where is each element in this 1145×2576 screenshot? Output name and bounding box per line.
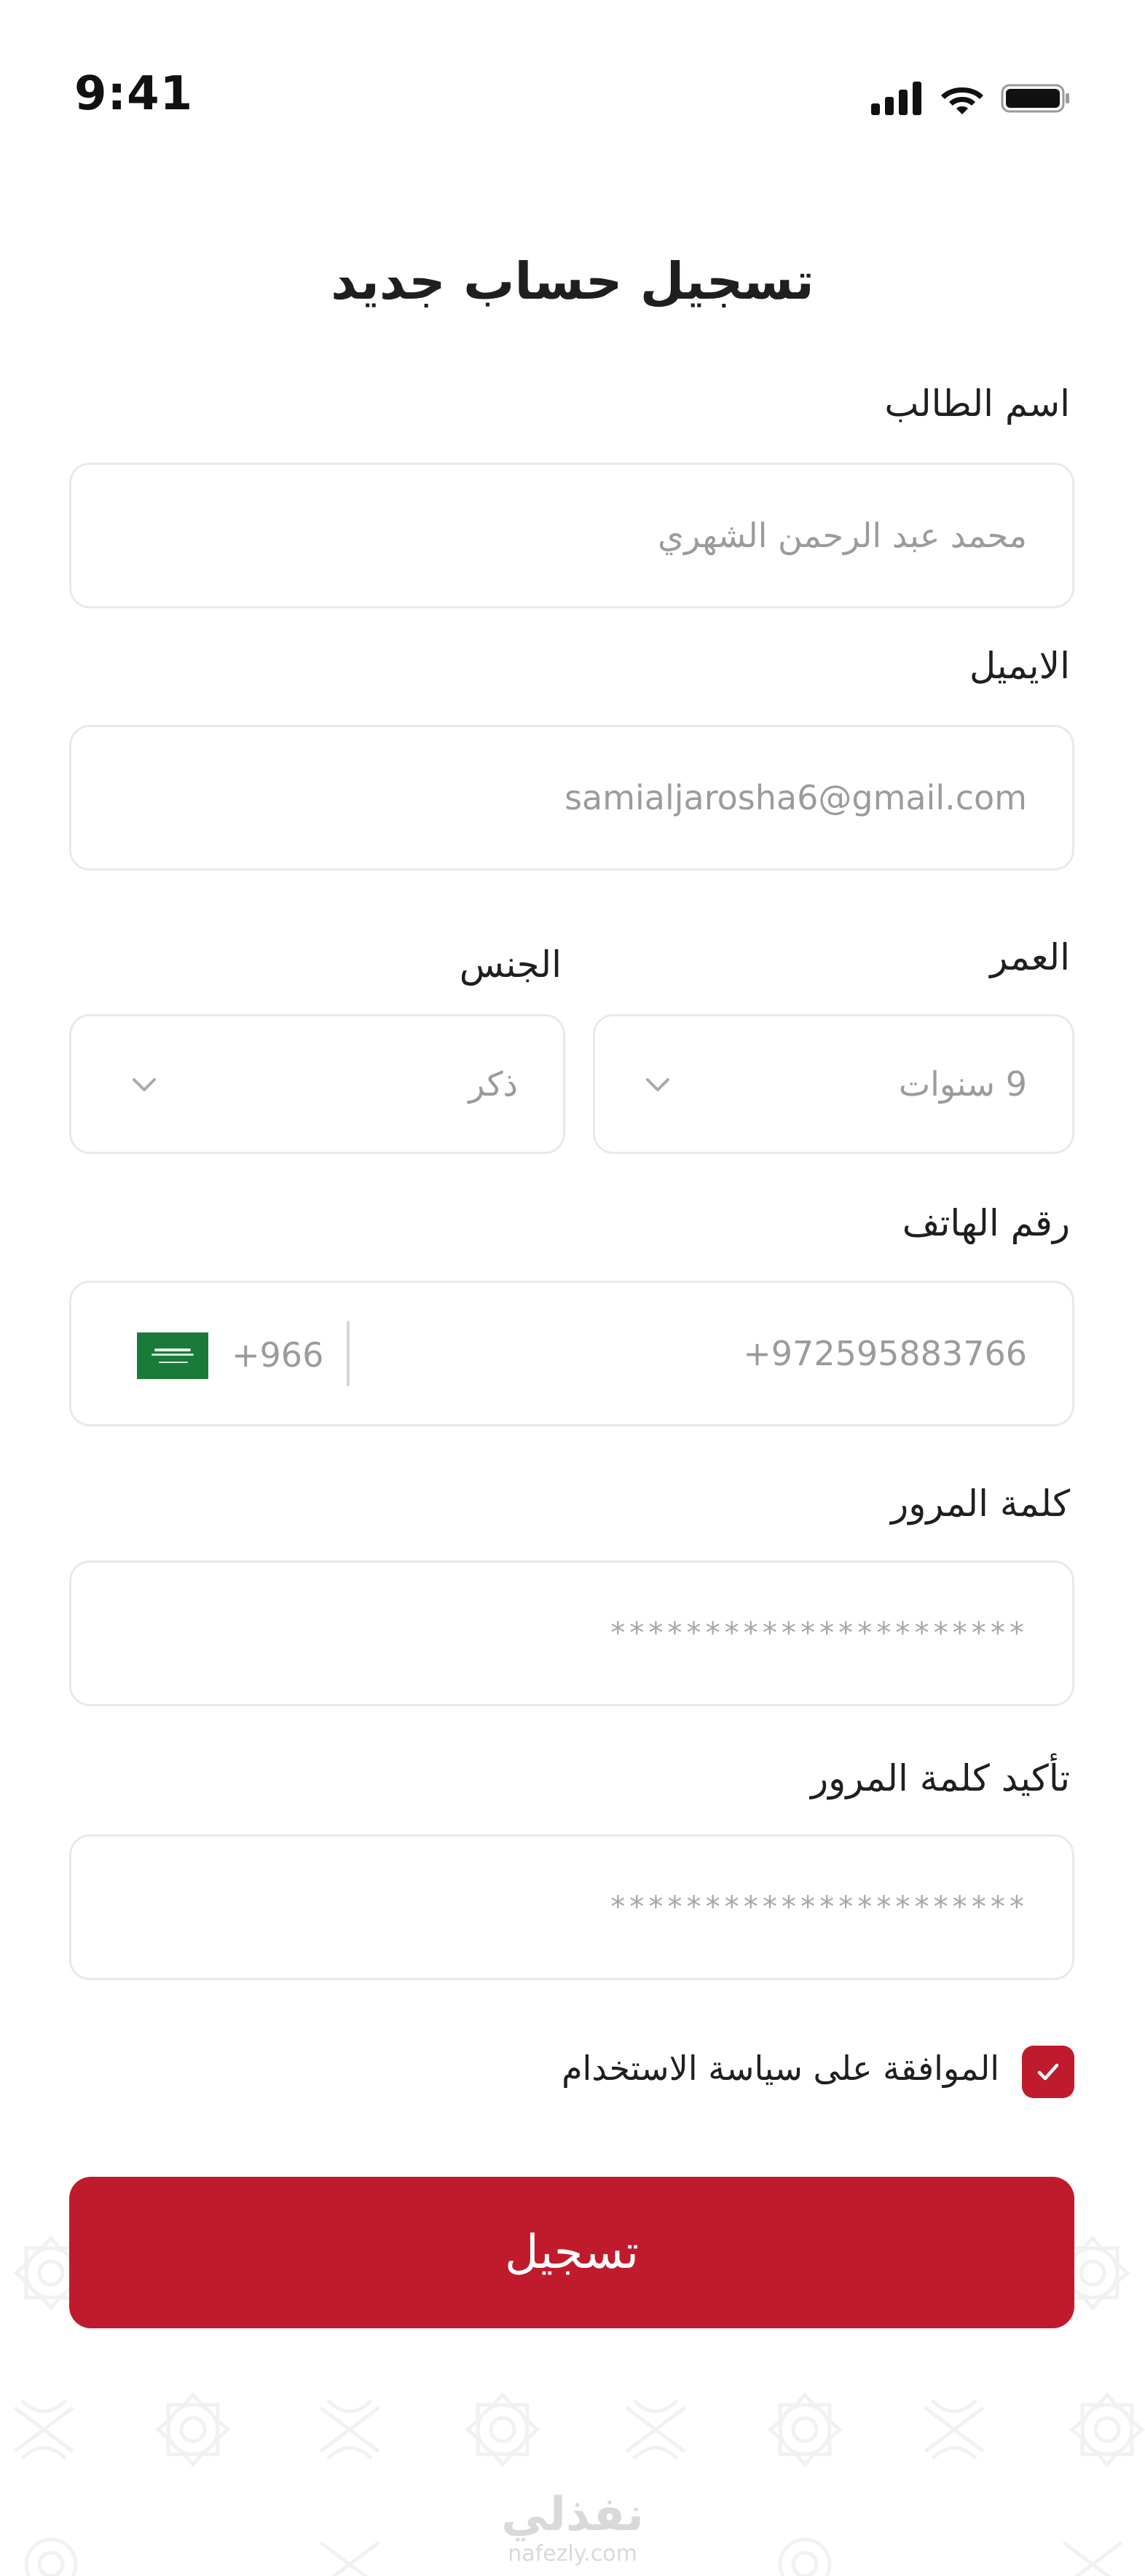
battery-icon bbox=[1001, 84, 1069, 113]
confirm-password-placeholder: ********************** bbox=[609, 1890, 1027, 1924]
student-name-placeholder: محمد عبد الرحمن الشهري bbox=[657, 516, 1027, 555]
saudi-arabia-flag-icon[interactable] bbox=[137, 1332, 208, 1379]
wifi-icon bbox=[941, 87, 983, 114]
student-name-field[interactable]: محمد عبد الرحمن الشهري bbox=[69, 463, 1074, 608]
checkmark-icon bbox=[1037, 2063, 1059, 2081]
phone-placeholder: +972595883766 bbox=[743, 1334, 1027, 1373]
chevron-down-icon bbox=[133, 1078, 156, 1091]
confirm-password-label: تأكيد كلمة المرور bbox=[810, 1757, 1070, 1799]
phone-divider bbox=[347, 1321, 350, 1386]
email-placeholder: samialjarosha6@gmail.com bbox=[564, 778, 1027, 817]
gender-label: الجنس bbox=[459, 943, 562, 986]
confirm-password-field[interactable]: ********************** bbox=[69, 1834, 1074, 1980]
age-select[interactable]: 9 سنوات bbox=[593, 1014, 1074, 1154]
watermark: نفذلي nafezly.com bbox=[0, 2491, 1145, 2567]
cellular-signal-icon bbox=[871, 82, 921, 115]
country-code[interactable]: +966 bbox=[232, 1335, 323, 1375]
register-button[interactable]: تسجيل bbox=[69, 2177, 1074, 2328]
password-label: كلمة المرور bbox=[891, 1483, 1070, 1525]
watermark-logo-text: نفذلي bbox=[501, 2488, 644, 2542]
status-time: 9:41 bbox=[74, 67, 194, 121]
password-field[interactable]: ********************** bbox=[69, 1560, 1074, 1706]
status-bar: 9:41 bbox=[0, 0, 1145, 168]
phone-field[interactable]: +972595883766 +966 bbox=[69, 1281, 1074, 1426]
age-value: 9 سنوات bbox=[898, 1064, 1027, 1104]
email-field[interactable]: samialjarosha6@gmail.com bbox=[69, 725, 1074, 871]
agree-checkbox[interactable] bbox=[1022, 2046, 1074, 2098]
page-title: تسجيل حساب جديد bbox=[331, 251, 814, 311]
status-icons bbox=[871, 82, 1071, 115]
watermark-domain: nafezly.com bbox=[508, 2541, 637, 2567]
agree-label[interactable]: الموافقة على سياسة الاستخدام bbox=[562, 2049, 999, 2088]
student-name-label: اسم الطالب bbox=[884, 382, 1070, 425]
chevron-down-icon bbox=[646, 1078, 669, 1091]
email-label: الايميل bbox=[969, 645, 1070, 687]
password-placeholder: ********************** bbox=[609, 1617, 1027, 1650]
age-label: العمر bbox=[990, 936, 1070, 978]
gender-select[interactable]: ذكر bbox=[69, 1014, 565, 1154]
gender-value: ذكر bbox=[468, 1064, 518, 1104]
phone-label: رقم الهاتف bbox=[902, 1202, 1070, 1244]
